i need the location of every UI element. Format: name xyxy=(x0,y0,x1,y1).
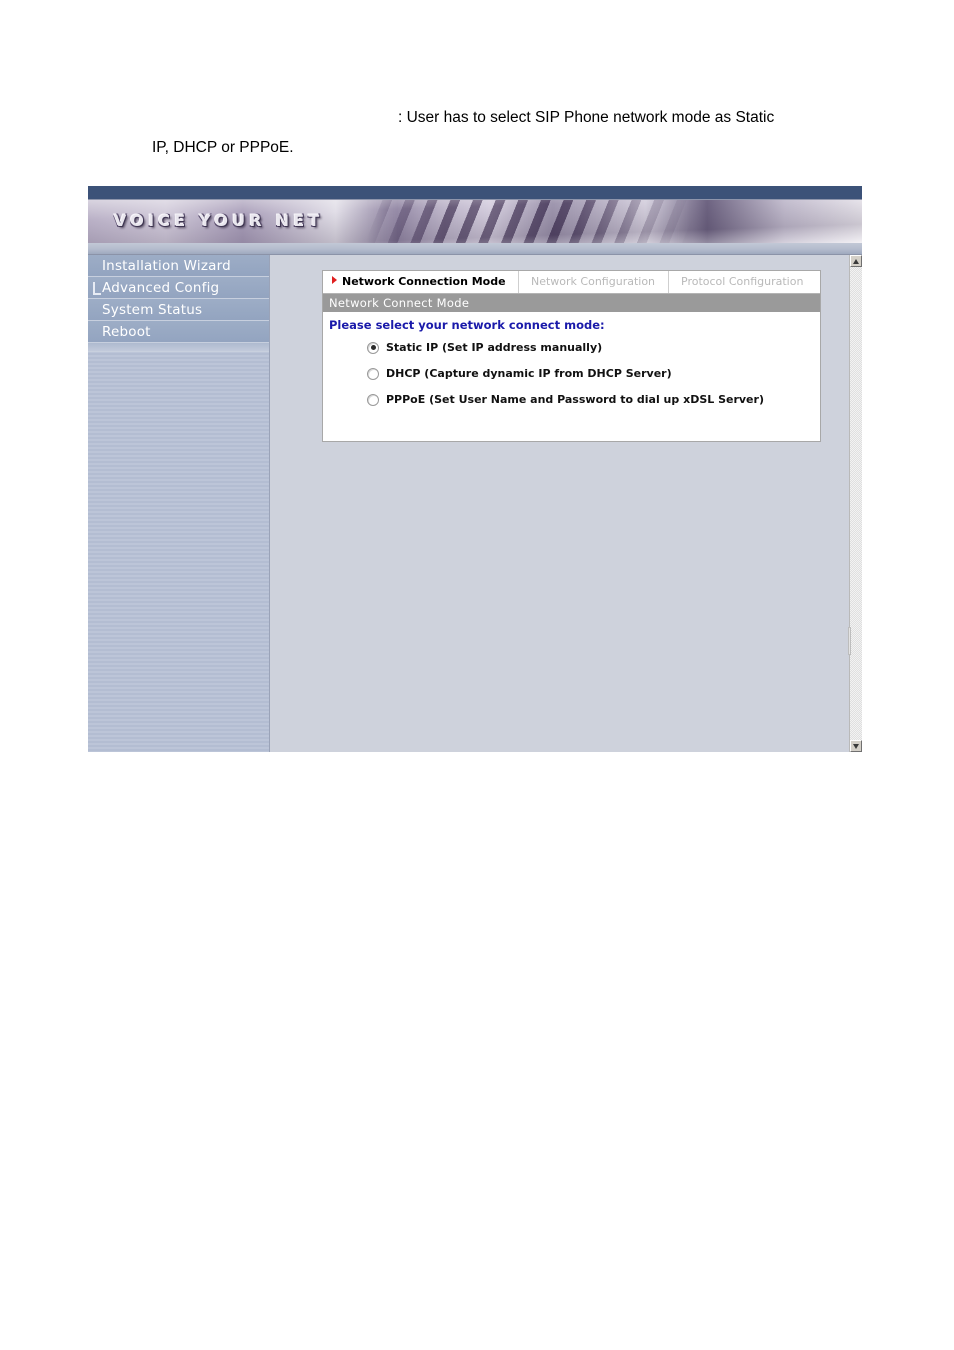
selection-prompt: Please select your network connect mode: xyxy=(329,318,605,332)
brand-logo-text: VOICE YOUR NET xyxy=(114,211,324,230)
document-paragraph: : User has to select SIP Phone network m… xyxy=(152,103,864,163)
sidebar-filler xyxy=(88,343,269,352)
window-top-strip xyxy=(88,186,862,199)
tab-protocol-configuration[interactable]: Protocol Configuration xyxy=(669,271,819,293)
embedded-screenshot: VOICE YOUR NET Installation Wizard Advan… xyxy=(88,186,862,752)
wizard-tab-bar: Network Connection Mode Network Configur… xyxy=(323,271,820,294)
sidebar-item-advanced-config[interactable]: Advanced Config xyxy=(88,277,269,299)
radio-option-pppoe[interactable]: PPPoE (Set User Name and Password to dia… xyxy=(323,393,820,406)
radio-option-label: Static IP (Set IP address manually) xyxy=(386,341,603,354)
sidebar-item-system-status[interactable]: System Status xyxy=(88,299,269,321)
sidebar-item-label: Installation Wizard xyxy=(102,258,231,274)
vertical-scrollbar[interactable] xyxy=(848,255,862,752)
radio-option-dhcp[interactable]: DHCP (Capture dynamic IP from DHCP Serve… xyxy=(323,367,820,380)
radio-option-label: DHCP (Capture dynamic IP from DHCP Serve… xyxy=(386,367,672,380)
tab-network-connection-mode[interactable]: Network Connection Mode xyxy=(323,271,519,293)
paragraph-line-2: IP, DHCP or PPPoE. xyxy=(152,139,294,156)
scroll-down-button[interactable] xyxy=(850,740,862,752)
sidebar-item-label: Reboot xyxy=(102,324,151,340)
tab-label: Network Connection Mode xyxy=(342,275,506,288)
radio-button-icon[interactable] xyxy=(367,367,379,380)
scrollbar-notch xyxy=(848,627,851,655)
chevron-up-icon xyxy=(853,259,859,264)
wizard-panel: Network Connection Mode Network Configur… xyxy=(322,270,821,442)
sidebar-item-reboot[interactable]: Reboot xyxy=(88,321,269,343)
sidebar-nav: Installation Wizard Advanced Config Syst… xyxy=(88,255,270,752)
tab-label: Network Configuration xyxy=(531,275,656,288)
radio-button-icon[interactable] xyxy=(367,341,379,354)
sidebar-item-label: Advanced Config xyxy=(102,280,220,296)
radio-option-static-ip[interactable]: Static IP (Set IP address manually) xyxy=(323,341,820,354)
radio-option-label: PPPoE (Set User Name and Password to dia… xyxy=(386,393,764,406)
sidebar-item-installation-wizard[interactable]: Installation Wizard xyxy=(88,255,269,277)
content-pane: Network Connection Mode Network Configur… xyxy=(271,255,849,752)
banner-separator xyxy=(88,243,862,255)
tab-network-configuration[interactable]: Network Configuration xyxy=(519,271,669,293)
sidebar-item-label: System Status xyxy=(102,302,203,318)
chevron-down-icon xyxy=(853,744,859,749)
paragraph-line-1: : User has to select SIP Phone network m… xyxy=(398,109,775,126)
tab-label: Protocol Configuration xyxy=(681,275,804,288)
panel-body: Please select your network connect mode:… xyxy=(323,313,820,441)
radio-button-icon[interactable] xyxy=(367,393,379,406)
brand-banner: VOICE YOUR NET xyxy=(88,199,862,244)
triangle-marker-icon xyxy=(332,276,337,284)
scroll-up-button[interactable] xyxy=(850,255,862,267)
section-header: Network Connect Mode xyxy=(323,294,820,313)
